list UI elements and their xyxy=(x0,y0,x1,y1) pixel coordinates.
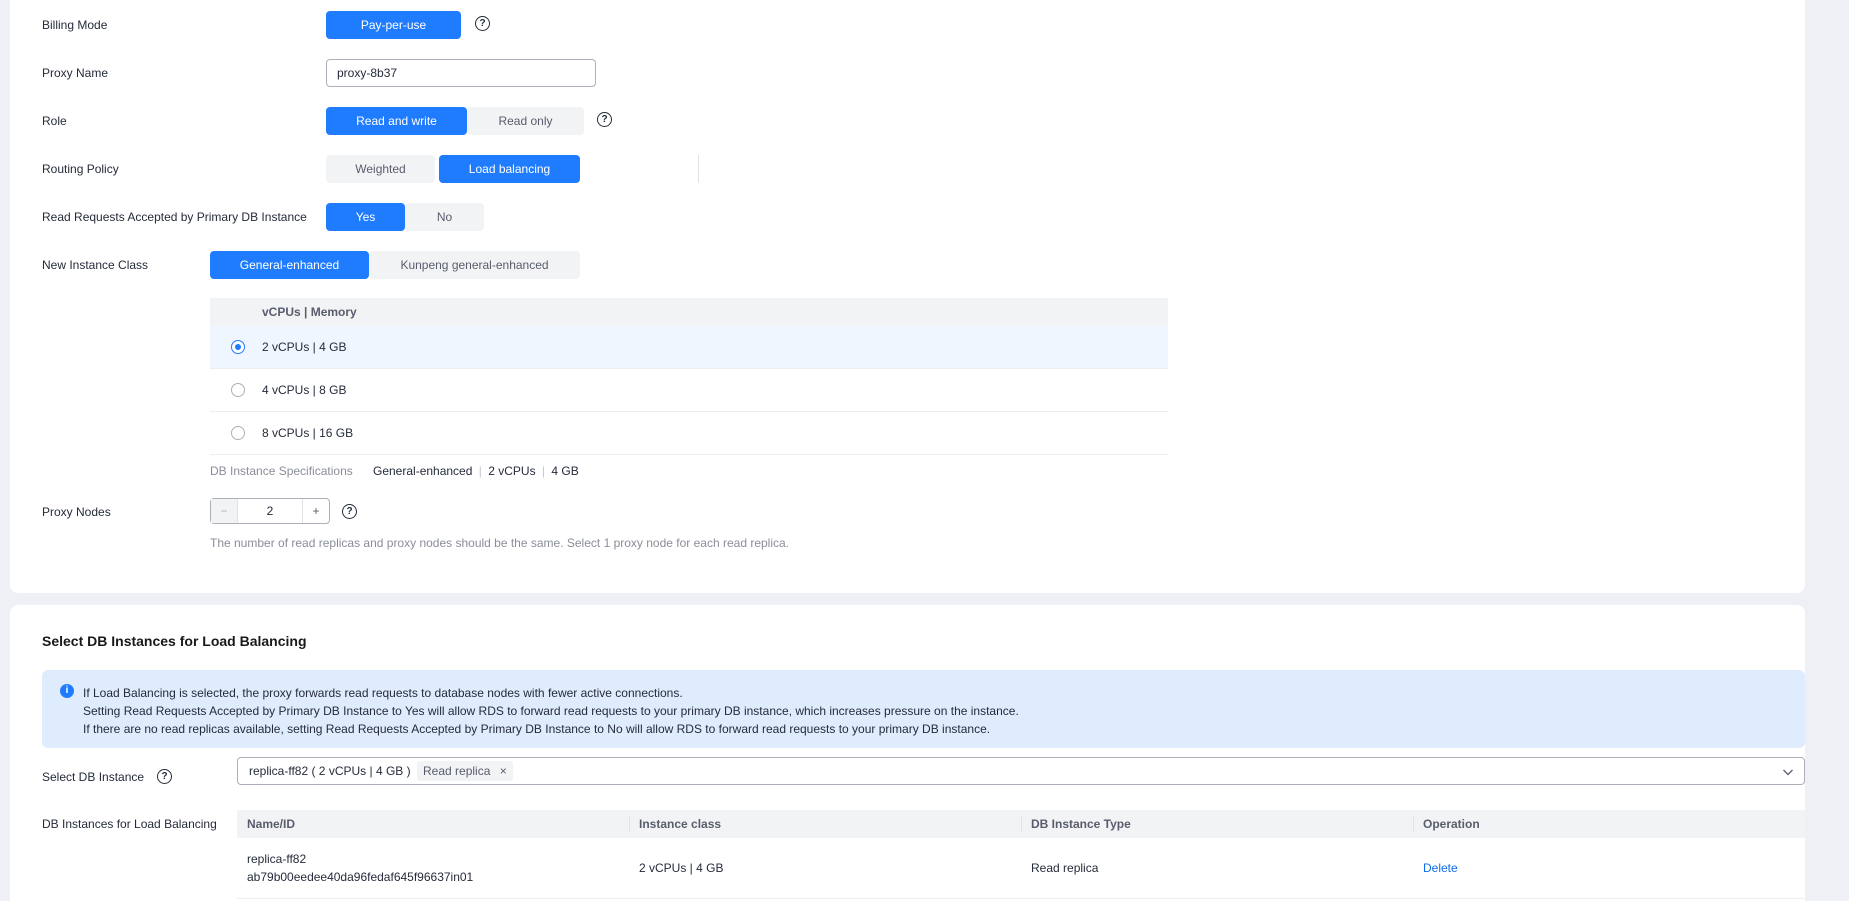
routing-weighted-option[interactable]: Weighted xyxy=(326,155,435,183)
column-header: Name/ID xyxy=(247,817,296,831)
column-header: Operation xyxy=(1413,810,1805,838)
routing-load-balancing-option[interactable]: Load balancing xyxy=(439,155,580,183)
instance-name: replica-ff82 xyxy=(247,852,307,866)
spec-table: vCPUs | Memory 2 vCPUs | 4 GB 4 vCPUs | … xyxy=(210,298,1168,455)
table-row: replica-ff82 ab79b00eedee40da96fedaf645f… xyxy=(237,838,1805,899)
section-title: Select DB Instances for Load Balancing xyxy=(42,633,307,649)
db-instances-table: Name/ID Instance class DB Instance Type … xyxy=(237,810,1805,899)
question-circle-icon[interactable]: ? xyxy=(342,504,357,519)
db-spec-memory: 4 GB xyxy=(551,464,579,478)
spec-row-label: 2 vCPUs | 4 GB xyxy=(262,340,347,354)
proxy-config-card: Billing Mode Pay-per-use ? Proxy Name Ro… xyxy=(10,0,1805,593)
role-read-only-option[interactable]: Read only xyxy=(467,107,584,135)
chevron-down-icon[interactable] xyxy=(1782,766,1794,778)
spec-row[interactable]: 4 vCPUs | 8 GB xyxy=(210,369,1168,412)
instance-type-cell: Read replica xyxy=(1031,861,1099,875)
proxy-nodes-stepper: − 2 + xyxy=(210,498,330,524)
info-text: If Load Balancing is selected, the proxy… xyxy=(83,684,1019,738)
operation-cell: Delete xyxy=(1413,861,1805,875)
db-spec-label: DB Instance Specifications xyxy=(210,464,353,478)
close-icon[interactable]: × xyxy=(500,764,507,778)
divider xyxy=(698,155,699,183)
role-read-write-option[interactable]: Read and write xyxy=(326,107,467,135)
table-header: Name/ID Instance class DB Instance Type … xyxy=(237,810,1805,838)
read-replica-tag: Read replica × xyxy=(417,761,513,781)
select-db-label: Select DB Instance xyxy=(42,770,145,784)
role-label: Role xyxy=(42,114,67,128)
column-header: Instance class xyxy=(629,810,1021,838)
instance-class-general-enhanced[interactable]: General-enhanced xyxy=(210,251,369,279)
db-spec-class: General-enhanced xyxy=(373,464,473,478)
billing-mode-label: Billing Mode xyxy=(42,18,108,32)
tag-label: Read replica xyxy=(423,764,491,778)
selected-instance-text: replica-ff82 ( 2 vCPUs | 4 GB ) xyxy=(249,764,411,778)
instance-id: ab79b00eedee40da96fedaf645f96637in01 xyxy=(247,870,474,884)
radio[interactable] xyxy=(231,426,245,440)
instance-class-cell: 2 vCPUs | 4 GB xyxy=(639,861,724,875)
proxy-name-input[interactable] xyxy=(326,59,596,87)
billing-mode-pay-per-use[interactable]: Pay-per-use xyxy=(326,11,461,39)
column-header: DB Instance Type xyxy=(1021,810,1413,838)
info-line: Setting Read Requests Accepted by Primar… xyxy=(83,704,1019,718)
radio[interactable] xyxy=(231,383,245,397)
spec-row[interactable]: 2 vCPUs | 4 GB xyxy=(210,326,1168,369)
db-spec-value: General-enhanced | 2 vCPUs | 4 GB xyxy=(373,464,579,478)
spec-table-header: vCPUs | Memory xyxy=(210,298,1168,326)
proxy-nodes-hint: The number of read replicas and proxy no… xyxy=(210,536,790,550)
db-instance-select[interactable]: replica-ff82 ( 2 vCPUs | 4 GB ) Read rep… xyxy=(237,757,1805,785)
spec-row[interactable]: 8 vCPUs | 16 GB xyxy=(210,412,1168,455)
delete-link[interactable]: Delete xyxy=(1423,861,1458,875)
name-id-cell: replica-ff82 ab79b00eedee40da96fedaf645f… xyxy=(237,850,629,886)
proxy-nodes-label: Proxy Nodes xyxy=(42,505,111,519)
spec-row-label: 8 vCPUs | 16 GB xyxy=(262,426,354,440)
read-requests-yes-option[interactable]: Yes xyxy=(326,203,405,231)
read-requests-label: Read Requests Accepted by Primary DB Ins… xyxy=(42,210,307,224)
separator: | xyxy=(478,464,482,478)
question-circle-icon[interactable]: ? xyxy=(597,112,612,127)
proxy-name-label: Proxy Name xyxy=(42,66,109,80)
decrement-button[interactable]: − xyxy=(211,499,238,523)
info-circle-icon: i xyxy=(60,684,74,698)
instance-class-kunpeng[interactable]: Kunpeng general-enhanced xyxy=(369,251,580,279)
info-box: i If Load Balancing is selected, the pro… xyxy=(42,670,1805,748)
question-circle-icon[interactable]: ? xyxy=(157,769,172,784)
db-instances-table-label: DB Instances for Load Balancing xyxy=(42,817,217,831)
instance-class-label: New Instance Class xyxy=(42,258,149,272)
proxy-nodes-value[interactable]: 2 xyxy=(238,499,302,523)
separator: | xyxy=(541,464,546,478)
radio-selected[interactable] xyxy=(231,340,245,354)
info-line: If Load Balancing is selected, the proxy… xyxy=(83,686,683,700)
routing-policy-label: Routing Policy xyxy=(42,162,119,176)
db-spec-vcpus: 2 vCPUs xyxy=(488,464,536,478)
spec-row-label: 4 vCPUs | 8 GB xyxy=(262,383,347,397)
info-line: If there are no read replicas available,… xyxy=(83,722,991,736)
read-requests-no-option[interactable]: No xyxy=(405,203,484,231)
question-circle-icon[interactable]: ? xyxy=(475,16,490,31)
increment-button[interactable]: + xyxy=(302,499,329,523)
